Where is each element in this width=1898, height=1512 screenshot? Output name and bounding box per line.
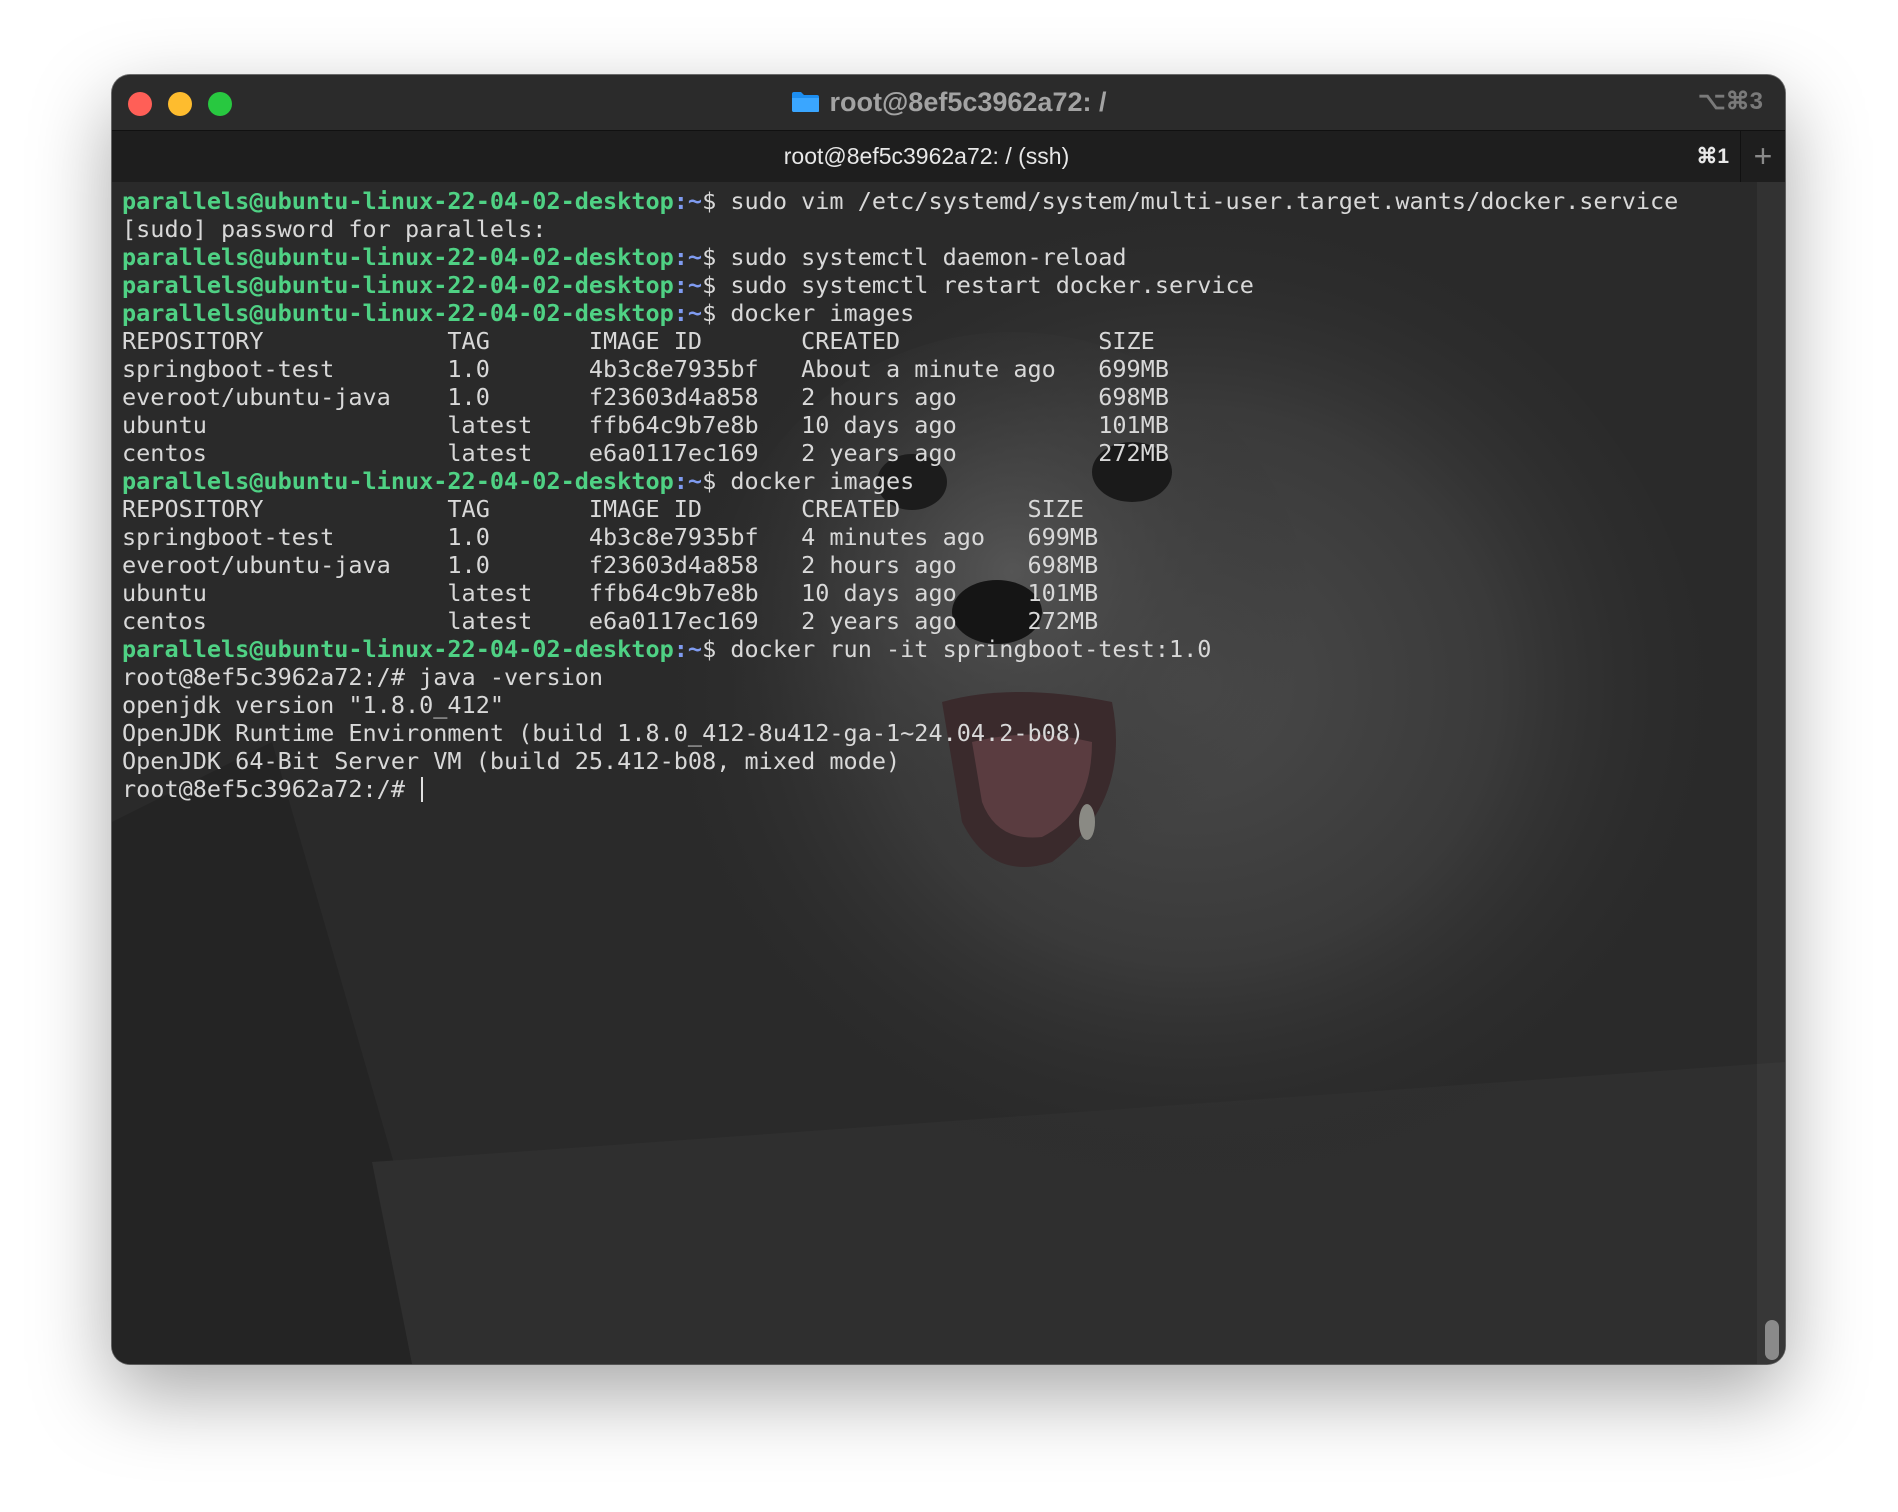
title-bar[interactable]: root@8ef5c3962a72: / ⌥⌘3 bbox=[112, 75, 1785, 130]
window-title: root@8ef5c3962a72: / bbox=[829, 87, 1107, 117]
output-line: [sudo] password for parallels: bbox=[122, 215, 547, 243]
prompt-path: :~ bbox=[673, 467, 703, 495]
prompt-symbol: $ bbox=[702, 271, 731, 299]
window-title-group: root@8ef5c3962a72: / bbox=[112, 75, 1785, 130]
table-row: springboot-test 1.0 4b3c8e7935bf About a… bbox=[122, 355, 1169, 383]
new-tab-button[interactable]: + bbox=[1740, 131, 1785, 182]
prompt-symbol: $ bbox=[702, 467, 731, 495]
command-text: docker images bbox=[730, 299, 915, 327]
prompt-user: parallels@ubuntu-linux-22-04-02-desktop bbox=[122, 635, 674, 663]
scrollbar-thumb[interactable] bbox=[1765, 1320, 1779, 1360]
prompt-path: :~ bbox=[673, 187, 703, 215]
window-shortcut: ⌥⌘3 bbox=[1697, 88, 1763, 115]
prompt-line: parallels@ubuntu-linux-22-04-02-desktop:… bbox=[122, 635, 1755, 663]
table-row: ubuntu latest ffb64c9b7e8b 10 days ago 1… bbox=[122, 579, 1099, 607]
output-line: OpenJDK Runtime Environment (build 1.8.0… bbox=[122, 719, 1085, 747]
prompt-line: parallels@ubuntu-linux-22-04-02-desktop:… bbox=[122, 467, 1755, 495]
output-line: root@8ef5c3962a72:/# java -version bbox=[122, 663, 604, 691]
prompt-symbol: $ bbox=[702, 187, 731, 215]
prompt-line: parallels@ubuntu-linux-22-04-02-desktop:… bbox=[122, 299, 1755, 327]
prompt-user: parallels@ubuntu-linux-22-04-02-desktop bbox=[122, 299, 674, 327]
terminal-window: root@8ef5c3962a72: / ⌥⌘3 root@8ef5c3962a… bbox=[112, 75, 1785, 1364]
table-row: everoot/ubuntu-java 1.0 f23603d4a858 2 h… bbox=[122, 383, 1169, 411]
prompt-line: parallels@ubuntu-linux-22-04-02-desktop:… bbox=[122, 243, 1755, 271]
command-text: sudo vim /etc/systemd/system/multi-user.… bbox=[730, 187, 1679, 215]
output-line: openjdk version "1.8.0_412" bbox=[122, 691, 505, 719]
command-text: docker run -it springboot-test:1.0 bbox=[730, 635, 1212, 663]
container-prompt: root@8ef5c3962a72:/# bbox=[122, 775, 420, 803]
tab-shortcut: ⌘1 bbox=[1696, 145, 1729, 168]
tab-bar: root@8ef5c3962a72: / (ssh) ⌘1 + bbox=[112, 130, 1785, 183]
prompt-user: parallels@ubuntu-linux-22-04-02-desktop bbox=[122, 271, 674, 299]
prompt-user: parallels@ubuntu-linux-22-04-02-desktop bbox=[122, 187, 674, 215]
active-prompt-line[interactable]: root@8ef5c3962a72:/# bbox=[122, 775, 1755, 803]
tab-label: root@8ef5c3962a72: / (ssh) bbox=[783, 143, 1070, 169]
table-row: everoot/ubuntu-java 1.0 f23603d4a858 2 h… bbox=[122, 551, 1099, 579]
terminal-output[interactable]: parallels@ubuntu-linux-22-04-02-desktop:… bbox=[122, 187, 1755, 803]
prompt-line: parallels@ubuntu-linux-22-04-02-desktop:… bbox=[122, 187, 1755, 215]
prompt-symbol: $ bbox=[702, 243, 731, 271]
prompt-user: parallels@ubuntu-linux-22-04-02-desktop bbox=[122, 467, 674, 495]
folder-icon bbox=[791, 91, 819, 112]
table-row: springboot-test 1.0 4b3c8e7935bf 4 minut… bbox=[122, 523, 1099, 551]
table-header: REPOSITORY TAG IMAGE ID CREATED SIZE bbox=[122, 495, 1085, 523]
prompt-symbol: $ bbox=[702, 299, 731, 327]
text-cursor bbox=[421, 777, 424, 802]
prompt-symbol: $ bbox=[702, 635, 731, 663]
prompt-path: :~ bbox=[673, 635, 703, 663]
table-row: centos latest e6a0117ec169 2 years ago 2… bbox=[122, 607, 1099, 635]
prompt-path: :~ bbox=[673, 299, 703, 327]
table-row: ubuntu latest ffb64c9b7e8b 10 days ago 1… bbox=[122, 411, 1169, 439]
scrollbar-track[interactable] bbox=[1757, 182, 1785, 1364]
tab-ssh[interactable]: root@8ef5c3962a72: / (ssh) bbox=[112, 131, 1741, 182]
output-line: OpenJDK 64-Bit Server VM (build 25.412-b… bbox=[122, 747, 901, 775]
table-row: centos latest e6a0117ec169 2 years ago 2… bbox=[122, 439, 1169, 467]
command-text: sudo systemctl restart docker.service bbox=[730, 271, 1254, 299]
prompt-path: :~ bbox=[673, 271, 703, 299]
prompt-line: parallels@ubuntu-linux-22-04-02-desktop:… bbox=[122, 271, 1755, 299]
table-header: REPOSITORY TAG IMAGE ID CREATED SIZE bbox=[122, 327, 1155, 355]
command-text: docker images bbox=[730, 467, 915, 495]
prompt-path: :~ bbox=[673, 243, 703, 271]
terminal-pane[interactable]: parallels@ubuntu-linux-22-04-02-desktop:… bbox=[112, 182, 1785, 1364]
prompt-user: parallels@ubuntu-linux-22-04-02-desktop bbox=[122, 243, 674, 271]
command-text: sudo systemctl daemon-reload bbox=[730, 243, 1127, 271]
